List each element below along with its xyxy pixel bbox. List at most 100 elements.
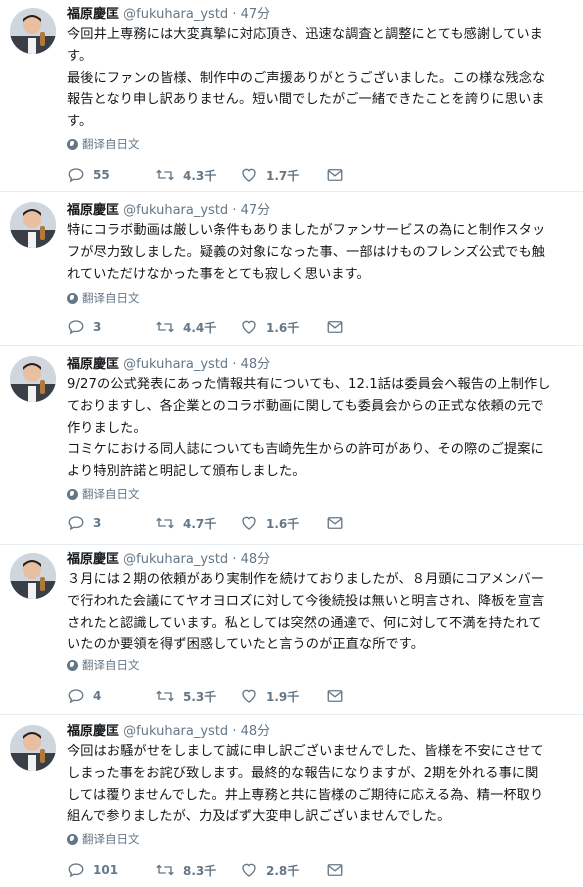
user-handle[interactable]: @fukuhara_ystd (123, 7, 228, 22)
like-button[interactable]: 1.9千 (240, 687, 326, 705)
tweet[interactable]: 福原慶匡 @fukuhara_ystd · 48分 ３月には２期の依頼があり実制… (0, 545, 583, 715)
avatar[interactable] (10, 725, 56, 771)
envelope-icon (327, 864, 343, 876)
tweet-text-line: より特別許諾と明記して頒布しました。 (67, 464, 306, 480)
tweet-text-line: されたと認識しています。私としては突然の通達で、何に対して不満を持たれて (67, 615, 542, 631)
tweet-text-line: 作りました。 (67, 420, 147, 436)
message-button[interactable] (326, 167, 344, 183)
display-name[interactable]: 福原慶匡 (67, 357, 119, 372)
retweet-button[interactable]: 4.3千 (155, 166, 240, 184)
globe-icon (67, 292, 78, 304)
tweet-text: 今回はお騒がせをしまして誠に申し訳ございませんでした、皆様を不安にさせて しまっ… (67, 741, 575, 828)
separator-dot: · (232, 552, 237, 567)
tweet-actions: 3 4.7千 1.6千 (67, 513, 344, 533)
avatar[interactable] (10, 8, 56, 54)
tweet[interactable]: 福原慶匡 @fukuhara_ystd · 48分 9/27の公式発表にあった情… (0, 346, 583, 545)
message-button[interactable] (326, 319, 344, 335)
message-button[interactable] (326, 515, 344, 531)
translate-link[interactable]: 翻译自日文 (67, 831, 140, 847)
message-button[interactable] (326, 688, 344, 704)
timestamp[interactable]: 47分 (241, 203, 271, 218)
separator-dot: · (232, 7, 237, 22)
tweet-text-line: 最後にファンの皆様、制作中のご声援ありがとうございました。この様な残念な (67, 70, 546, 86)
heart-icon (242, 320, 256, 334)
globe-icon (67, 659, 78, 671)
translate-label: 翻译自日文 (82, 658, 140, 672)
translate-link[interactable]: 翻译自日文 (67, 486, 140, 502)
display-name[interactable]: 福原慶匡 (67, 724, 119, 739)
like-button[interactable]: 1.6千 (240, 318, 326, 336)
retweet-button[interactable]: 4.7千 (155, 514, 240, 532)
translate-link[interactable]: 翻译自日文 (67, 136, 140, 152)
retweet-icon (156, 690, 174, 702)
retweet-button[interactable]: 5.3千 (155, 687, 240, 705)
like-button[interactable]: 2.8千 (240, 861, 326, 879)
retweet-icon (156, 321, 174, 333)
tweet[interactable]: 福原慶匡 @fukuhara_ystd · 47分 今回井上専務には大変真摯に対… (0, 0, 583, 192)
display-name[interactable]: 福原慶匡 (67, 203, 119, 218)
tweet-text-line: 報告となり申し訳ありません。短い間でしたがご一緒できたことを誇りに思いま (67, 92, 545, 108)
reply-count: 101 (93, 863, 119, 877)
tweet-text-line: 今回井上専務には大変真摯に対応頂き、迅速な調査と調整にとても感謝していま (67, 27, 543, 42)
envelope-icon (327, 169, 343, 181)
tweet-text: 特にコラボ動画は厳しい条件もありましたがファンサービスの為にと制作スタッ フが尽… (67, 220, 575, 285)
retweet-count: 8.3千 (183, 863, 217, 878)
reply-icon (68, 516, 84, 531)
globe-icon (67, 488, 78, 500)
user-handle[interactable]: @fukuhara_ystd (123, 724, 228, 739)
reply-icon (68, 863, 84, 878)
tweet-header: 福原慶匡 @fukuhara_ystd · 48分 (67, 723, 270, 741)
tweet-text-line: す。 (67, 48, 93, 64)
timestamp[interactable]: 48分 (241, 724, 271, 739)
retweet-button[interactable]: 8.3千 (155, 861, 240, 879)
tweet-text-line: いたのか要領を得ず困惑していたと言うのが正直な所です。 (67, 637, 425, 653)
translate-link[interactable]: 翻译自日文 (67, 290, 140, 306)
timestamp[interactable]: 48分 (241, 552, 271, 567)
retweet-count: 4.7千 (183, 516, 217, 531)
reply-count: 4 (93, 689, 102, 703)
user-handle[interactable]: @fukuhara_ystd (123, 203, 228, 218)
reply-icon (68, 689, 84, 704)
reply-button[interactable]: 101 (67, 861, 155, 879)
reply-button[interactable]: 55 (67, 166, 155, 184)
reply-icon (68, 320, 84, 335)
reply-count: 3 (93, 320, 102, 334)
tweet[interactable]: 福原慶匡 @fukuhara_ystd · 47分 特にコラボ動画は厳しい条件も… (0, 192, 583, 346)
display-name[interactable]: 福原慶匡 (67, 552, 119, 567)
display-name[interactable]: 福原慶匡 (67, 7, 119, 22)
tweet-text-line: 今回はお騒がせをしまして誠に申し訳ございませんでした、皆様を不安にさせて (67, 744, 544, 759)
avatar[interactable] (10, 553, 56, 599)
tweet-header: 福原慶匡 @fukuhara_ystd · 47分 (67, 202, 270, 220)
like-count: 1.6千 (266, 516, 300, 531)
timestamp[interactable]: 48分 (241, 357, 271, 372)
envelope-icon (327, 517, 343, 529)
like-button[interactable]: 1.6千 (240, 514, 326, 532)
retweet-icon (156, 169, 174, 181)
reply-button[interactable]: 3 (67, 318, 155, 336)
reply-button[interactable]: 4 (67, 687, 155, 705)
translate-link[interactable]: 翻译自日文 (67, 657, 140, 673)
tweet[interactable]: 福原慶匡 @fukuhara_ystd · 48分 今回はお騒がせをしまして誠に… (0, 715, 583, 887)
retweet-count: 4.3千 (183, 168, 217, 183)
timestamp[interactable]: 47分 (241, 7, 271, 22)
retweet-count: 5.3千 (183, 689, 217, 704)
reply-button[interactable]: 3 (67, 514, 155, 532)
envelope-icon (327, 321, 343, 333)
tweet-text-line: れていただけなかった事をとても寂しく思います。 (67, 266, 370, 282)
user-handle[interactable]: @fukuhara_ystd (123, 552, 228, 567)
heart-icon (242, 168, 256, 182)
tweet-text-line: 組んで参りましたが、力及ばず大変申し訳ございませんでした。 (67, 809, 451, 825)
like-button[interactable]: 1.7千 (240, 166, 326, 184)
tweet-text: ３月には２期の依頼があり実制作を続けておりましたが、８月頭にコアメンバー で行わ… (67, 569, 575, 656)
message-button[interactable] (326, 862, 344, 878)
like-count: 1.9千 (266, 689, 300, 704)
translate-label: 翻译自日文 (82, 291, 140, 305)
reply-icon (68, 168, 84, 183)
user-handle[interactable]: @fukuhara_ystd (123, 357, 228, 372)
avatar[interactable] (10, 202, 56, 248)
tweet-actions: 55 4.3千 1.7千 (67, 165, 344, 185)
avatar[interactable] (10, 356, 56, 402)
separator-dot: · (232, 724, 237, 739)
separator-dot: · (232, 357, 237, 372)
retweet-button[interactable]: 4.4千 (155, 318, 240, 336)
